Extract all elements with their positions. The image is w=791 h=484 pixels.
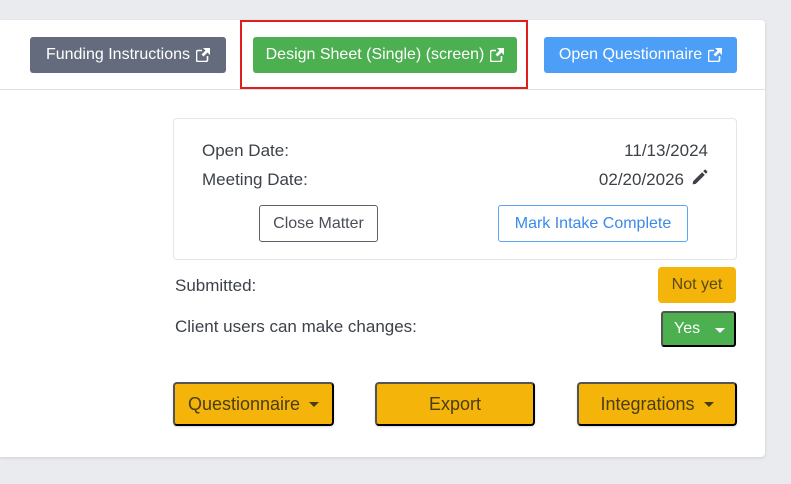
questionnaire-dropdown-button[interactable]: Questionnaire xyxy=(173,382,334,426)
close-matter-button[interactable]: Close Matter xyxy=(259,205,378,242)
close-matter-label: Close Matter xyxy=(273,214,364,232)
client-changes-label: Client users can make changes: xyxy=(175,317,417,336)
mark-intake-complete-button[interactable]: Mark Intake Complete xyxy=(498,205,688,242)
client-changes-dropdown[interactable]: Yes xyxy=(661,311,736,347)
mark-intake-complete-label: Mark Intake Complete xyxy=(514,214,672,232)
questionnaire-label: Questionnaire xyxy=(187,393,301,414)
open-date-value: 11/13/2024 xyxy=(624,141,708,160)
submitted-status-value: Not yet xyxy=(671,276,723,293)
caret-down-icon xyxy=(703,401,714,407)
client-changes-value: Yes xyxy=(674,320,701,337)
funding-instructions-button[interactable]: Funding Instructions xyxy=(30,37,226,73)
integrations-dropdown-button[interactable]: Integrations xyxy=(577,382,737,426)
submitted-label: Submitted: xyxy=(175,276,257,295)
integrations-label: Integrations xyxy=(600,393,695,414)
design-sheet-label: Design Sheet (Single) (screen) xyxy=(265,46,485,63)
submitted-status-badge: Not yet xyxy=(658,267,736,303)
caret-down-icon xyxy=(309,401,320,407)
caret-down-icon xyxy=(715,328,725,333)
external-link-icon xyxy=(490,48,505,62)
design-sheet-button[interactable]: Design Sheet (Single) (screen) xyxy=(253,37,517,73)
open-questionnaire-label: Open Questionnaire xyxy=(558,46,703,63)
matter-card: Funding Instructions Design Sheet (Singl… xyxy=(0,20,765,457)
meeting-date-label: Meeting Date: xyxy=(202,170,308,189)
open-questionnaire-button[interactable]: Open Questionnaire xyxy=(544,37,737,73)
meeting-date-value: 02/20/2026 xyxy=(598,170,684,189)
funding-instructions-label: Funding Instructions xyxy=(45,46,191,63)
export-label: Export xyxy=(428,393,482,414)
header-toolbar: Funding Instructions Design Sheet (Singl… xyxy=(0,20,765,90)
pencil-icon[interactable] xyxy=(691,169,708,186)
matter-info-box: Open Date: 11/13/2024 Meeting Date: 02/2… xyxy=(173,118,737,260)
external-link-icon xyxy=(708,48,723,62)
export-button[interactable]: Export xyxy=(375,382,535,426)
open-date-label: Open Date: xyxy=(202,141,289,160)
external-link-icon xyxy=(196,48,211,62)
